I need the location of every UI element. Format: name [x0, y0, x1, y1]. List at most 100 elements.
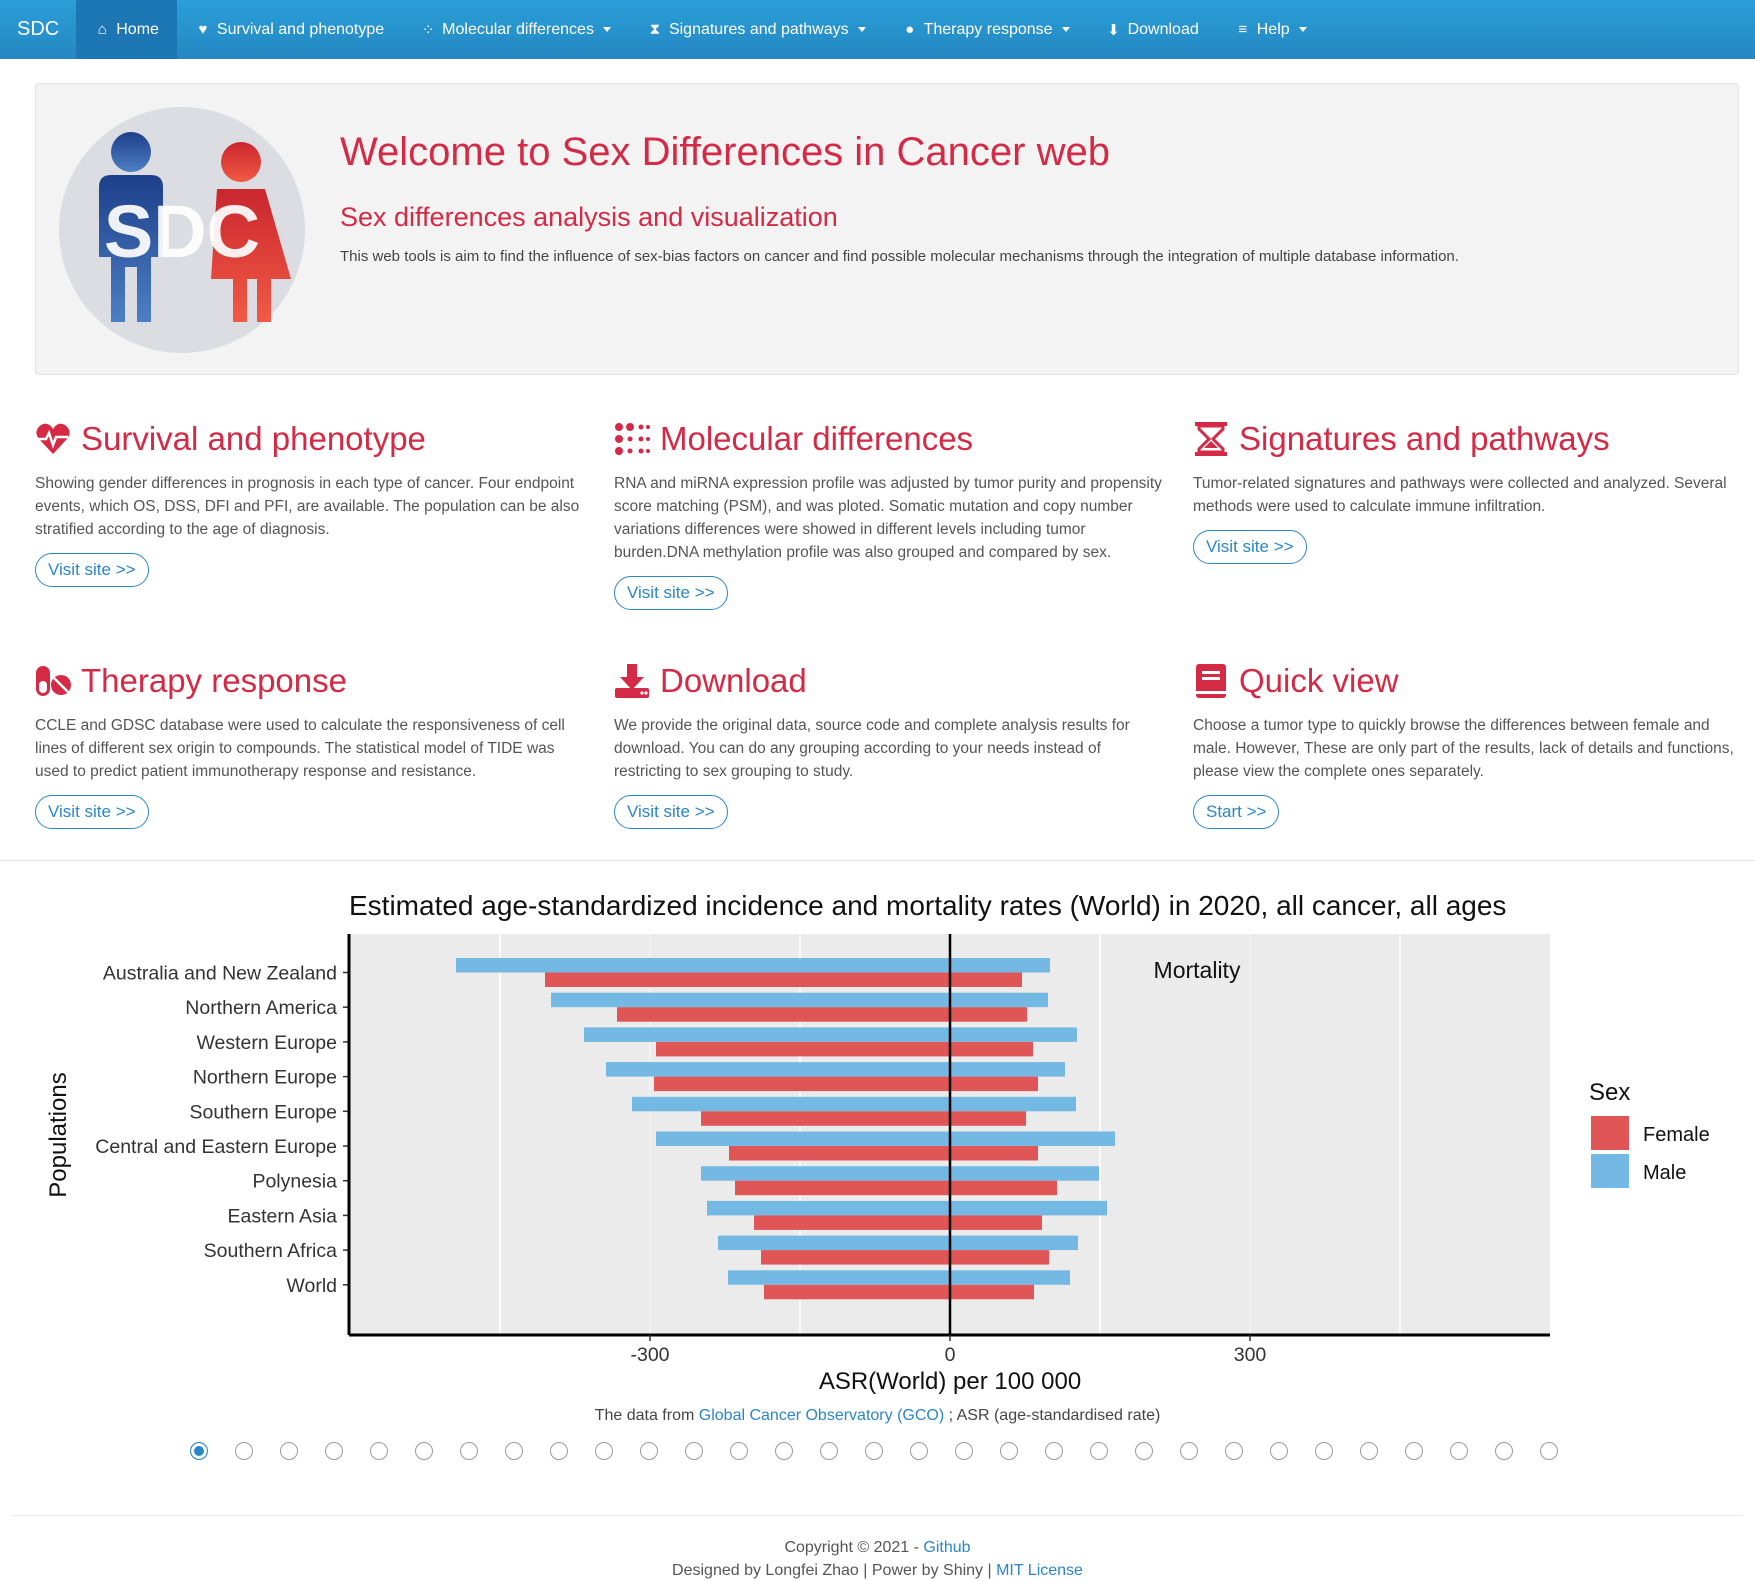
x-tick-label: 0 — [945, 1344, 956, 1366]
carousel-dot[interactable] — [1045, 1442, 1063, 1460]
gco-link[interactable]: Global Cancer Observatory (GCO) — [699, 1407, 944, 1424]
carousel-dot[interactable] — [1315, 1442, 1333, 1460]
caret-down-icon — [857, 27, 866, 32]
carousel-dot[interactable] — [595, 1442, 613, 1460]
card-title: Quick view — [1239, 662, 1399, 699]
mortality-label: Mortality — [1154, 957, 1241, 983]
quickview-start-button[interactable]: Start >> — [1193, 795, 1280, 829]
carousel-dot[interactable] — [370, 1442, 388, 1460]
y-tick-label: World — [286, 1275, 337, 1297]
carousel-dot[interactable] — [1360, 1442, 1378, 1460]
carousel-dot[interactable] — [1000, 1442, 1018, 1460]
bars-icon: ≡ — [1238, 21, 1248, 38]
legend-swatch-female — [1591, 1116, 1629, 1150]
y-axis-title: Populations — [45, 1072, 72, 1197]
nav-therapy-label: Therapy response — [923, 20, 1053, 38]
bar-male-mortality — [950, 1270, 1070, 1285]
carousel-dot[interactable] — [280, 1442, 298, 1460]
caret-down-icon — [1061, 27, 1070, 32]
welcome-description: This web tools is aim to find the influe… — [340, 248, 1459, 265]
card-title: Signatures and pathways — [1239, 420, 1610, 457]
carousel-dot[interactable] — [1180, 1442, 1198, 1460]
home-icon: ⌂ — [97, 21, 107, 38]
carousel-dot[interactable] — [865, 1442, 883, 1460]
bar-male-mortality — [950, 1166, 1099, 1181]
caret-down-icon — [602, 27, 611, 32]
caption-suffix: ; ASR (age-standardised rate) — [948, 1407, 1161, 1424]
carousel-dot[interactable] — [775, 1442, 793, 1460]
nav-home[interactable]: ⌂ Home — [76, 0, 177, 59]
pills-icon: ● — [905, 21, 915, 38]
nav-help[interactable]: ≡ Help — [1217, 0, 1325, 59]
x-tick-label: 300 — [1234, 1344, 1267, 1366]
card-title: Therapy response — [81, 662, 347, 699]
nav-therapy[interactable]: ● Therapy response — [884, 0, 1088, 59]
carousel-dot[interactable] — [685, 1442, 703, 1460]
y-tick-label: Polynesia — [252, 1171, 337, 1193]
bar-male-incidence — [728, 1270, 950, 1285]
welcome-jumbotron: SDC Welcome to Sex Differences in Cancer… — [35, 83, 1739, 375]
carousel-dot[interactable] — [325, 1442, 343, 1460]
carousel-dot[interactable] — [460, 1442, 478, 1460]
bar-male-incidence — [584, 1027, 950, 1042]
card-survival: Survival and phenotype Showing gender di… — [35, 420, 585, 587]
navbar: SDC ⌂ Home ♥ Survival and phenotype ⁘ Mo… — [0, 0, 1755, 59]
carousel-dot[interactable] — [1450, 1442, 1468, 1460]
bar-female-incidence — [764, 1284, 950, 1300]
carousel-dot[interactable] — [955, 1442, 973, 1460]
nav-survival[interactable]: ♥ Survival and phenotype — [177, 0, 402, 59]
carousel-dot[interactable] — [1270, 1442, 1288, 1460]
carousel-dot[interactable] — [235, 1442, 253, 1460]
section-divider — [0, 860, 1755, 861]
card-therapy: Therapy response CCLE and GDSC database … — [35, 662, 585, 829]
carousel-dot[interactable] — [1405, 1442, 1423, 1460]
bar-female-mortality — [950, 1007, 1027, 1022]
carousel-dot[interactable] — [415, 1442, 433, 1460]
carousel-dot[interactable] — [910, 1442, 928, 1460]
legend-title: Sex — [1589, 1079, 1630, 1106]
brand[interactable]: SDC — [0, 0, 76, 59]
bar-male-mortality — [950, 992, 1048, 1008]
carousel-dot[interactable] — [1540, 1442, 1558, 1460]
visit-signatures-button[interactable]: Visit site >> — [1193, 530, 1307, 564]
carousel-dot[interactable] — [190, 1442, 208, 1460]
legend-swatch-male — [1591, 1154, 1629, 1188]
carousel-dot[interactable] — [1225, 1442, 1243, 1460]
visit-survival-button[interactable]: Visit site >> — [35, 553, 149, 587]
visit-molecular-button[interactable]: Visit site >> — [614, 576, 728, 610]
github-link[interactable]: Github — [923, 1539, 970, 1556]
visit-therapy-button[interactable]: Visit site >> — [35, 795, 149, 829]
nav-signatures-label: Signatures and pathways — [668, 20, 849, 38]
bar-female-mortality — [950, 972, 1022, 987]
y-tick-label: Northern America — [185, 997, 337, 1019]
book-icon — [1196, 664, 1226, 698]
heartbeat-icon: ♥ — [198, 21, 208, 38]
footer-copyright: Copyright © 2021 - Github — [0, 1539, 1755, 1557]
y-tick-label: Central and Eastern Europe — [95, 1136, 337, 1158]
carousel-dot[interactable] — [1135, 1442, 1153, 1460]
carousel-dot[interactable] — [730, 1442, 748, 1460]
bar-female-mortality — [950, 1250, 1049, 1265]
nav-download[interactable]: ⬇ Download — [1088, 0, 1217, 59]
carousel-dot[interactable] — [550, 1442, 568, 1460]
legend-label-female: Female — [1643, 1124, 1710, 1146]
bar-female-incidence — [617, 1007, 950, 1022]
carousel-dot[interactable] — [640, 1442, 658, 1460]
license-link[interactable]: MIT License — [996, 1562, 1083, 1579]
carousel-dot[interactable] — [505, 1442, 523, 1460]
card-text: RNA and miRNA expression profile was adj… — [614, 475, 1162, 561]
carousel-dot[interactable] — [1495, 1442, 1513, 1460]
nav-signatures[interactable]: ⧗ Signatures and pathways — [629, 0, 884, 59]
y-tick-label: Southern Europe — [190, 1101, 337, 1123]
nav-download-label: Download — [1127, 20, 1199, 38]
download-icon — [615, 664, 649, 698]
bar-male-mortality — [950, 1200, 1107, 1216]
heartbeat-icon — [36, 423, 70, 454]
carousel-dot[interactable] — [1090, 1442, 1108, 1460]
y-tick-label: Eastern Asia — [228, 1205, 338, 1227]
nav-molecular[interactable]: ⁘ Molecular differences — [402, 0, 629, 59]
carousel-dot[interactable] — [820, 1442, 838, 1460]
bar-female-incidence — [761, 1250, 950, 1265]
visit-download-button[interactable]: Visit site >> — [614, 795, 728, 829]
card-quickview: Quick view Choose a tumor type to quickl… — [1193, 662, 1743, 829]
